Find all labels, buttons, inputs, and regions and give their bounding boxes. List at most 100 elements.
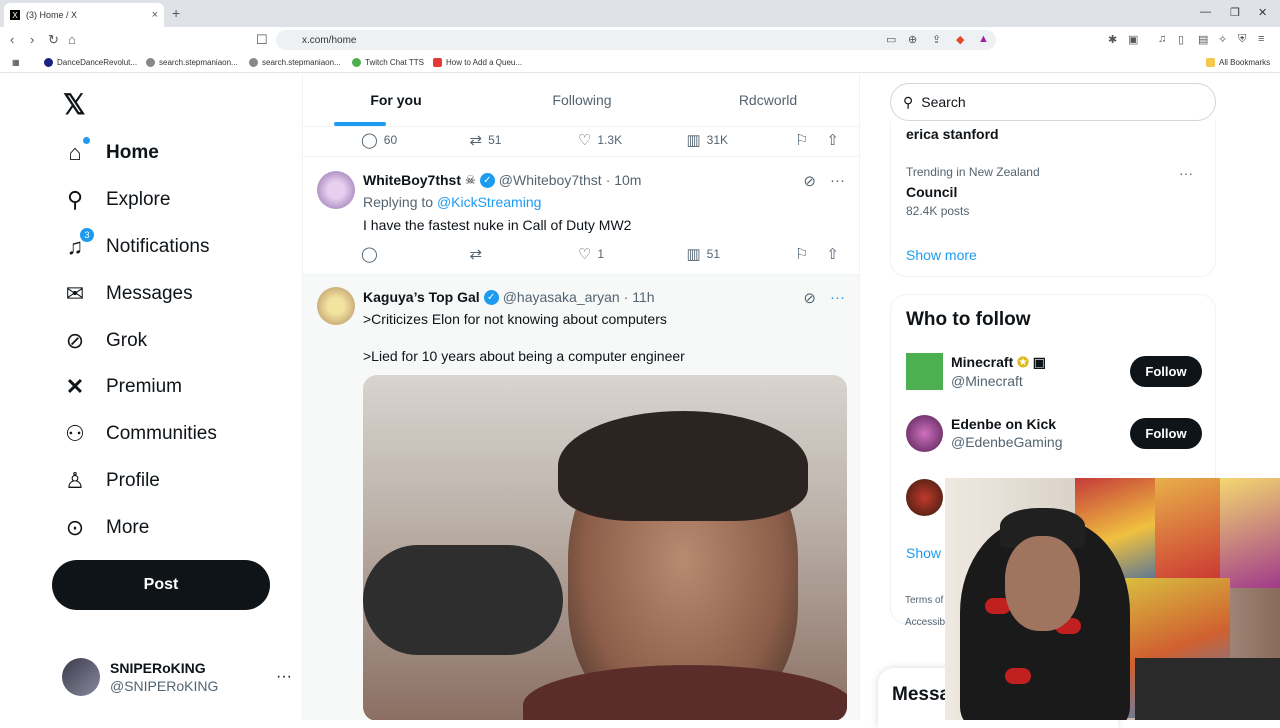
- tweet[interactable]: WhiteBoy7thst ☠ ✓ @Whiteboy7thst · 10m ⊘…: [303, 157, 859, 275]
- views-button[interactable]: ▥ 31K: [686, 131, 794, 149]
- nav-premium[interactable]: ✕ Premium: [62, 374, 182, 400]
- home-browser-icon[interactable]: ⌂: [68, 32, 76, 47]
- tweet-partial[interactable]: ◯ 60 ⇄ 51 ♡ 1.3K ▥ 31K ⚐ ⇧: [303, 127, 859, 157]
- avatar[interactable]: [317, 171, 355, 209]
- grok-icon[interactable]: ⊘: [803, 172, 816, 190]
- like-button[interactable]: ♡ 1.3K: [578, 131, 686, 149]
- reply-button[interactable]: ◯: [361, 245, 469, 263]
- tab-close-icon[interactable]: ×: [152, 9, 158, 21]
- grok-icon[interactable]: ⊘: [803, 289, 816, 307]
- share-icon[interactable]: ⇪: [932, 33, 941, 46]
- post-button[interactable]: Post: [52, 560, 270, 610]
- nav-grok[interactable]: ⊘ Grok: [62, 328, 147, 354]
- profile-icon: ♙: [65, 468, 85, 493]
- bookmark-item[interactable]: search.stepmaniaon...: [249, 58, 341, 67]
- bookmark-page-icon[interactable]: ☐: [256, 32, 268, 48]
- mention-link[interactable]: @KickStreaming: [437, 194, 541, 210]
- like-button[interactable]: ♡ 1: [578, 245, 686, 263]
- more-circle-icon: ⊙: [65, 515, 85, 540]
- back-icon[interactable]: ‹: [10, 32, 14, 47]
- brave-shield-icon[interactable]: ◆: [956, 33, 964, 46]
- reload-icon[interactable]: ↻: [48, 32, 59, 48]
- account-switcher[interactable]: SNIPERoKING @SNIPERoKING ···: [62, 656, 292, 698]
- sidebar-toggle-icon[interactable]: ▯: [1178, 33, 1184, 46]
- views-button[interactable]: ▥ 51: [686, 245, 794, 263]
- nav-more[interactable]: ⊙ More: [62, 515, 150, 541]
- restore-icon[interactable]: ❐: [1230, 6, 1240, 19]
- footer-terms[interactable]: Terms of: [905, 595, 943, 606]
- all-bookmarks[interactable]: All Bookmarks: [1206, 58, 1270, 67]
- wallet2-icon[interactable]: ▤: [1198, 33, 1208, 46]
- repost-button[interactable]: ⇄ 51: [469, 131, 577, 149]
- search-input[interactable]: ⚲ Search: [890, 83, 1216, 121]
- minecraft-avatar: [906, 352, 943, 390]
- nav-home[interactable]: ⌂ Home: [62, 137, 159, 166]
- bookmark-icon[interactable]: ⚐: [795, 245, 808, 263]
- share-icon[interactable]: ⇧: [826, 131, 839, 149]
- replying-to: Replying to @KickStreaming: [363, 194, 542, 210]
- more-icon[interactable]: ···: [1179, 165, 1193, 181]
- new-tab-button[interactable]: +: [172, 5, 180, 21]
- tab-rdcworld[interactable]: Rdcworld: [675, 74, 859, 126]
- trend-post-count: 82.4K posts: [906, 204, 970, 218]
- rewards-icon[interactable]: ▲: [978, 33, 989, 45]
- tab-following[interactable]: Following: [489, 74, 675, 126]
- bookmark-item[interactable]: How to Add a Queu...: [433, 58, 522, 67]
- menu-icon[interactable]: ≡: [1258, 33, 1264, 45]
- trend-item[interactable]: erica stanford: [906, 126, 999, 142]
- tweet-author-handle[interactable]: @Whiteboy7thst: [499, 172, 602, 188]
- more-icon[interactable]: ···: [830, 289, 845, 307]
- tweet-video[interactable]: [363, 375, 847, 720]
- forward-icon[interactable]: ›: [30, 32, 34, 47]
- more-icon[interactable]: ···: [830, 172, 845, 190]
- nav-communities[interactable]: ⚇ Communities: [62, 421, 217, 447]
- zoom-icon[interactable]: ⊕: [908, 33, 917, 46]
- follow-suggestion[interactable]: Minecraft ✪ ▣ @Minecraft Follow: [906, 351, 1202, 391]
- follow-button[interactable]: Follow: [1130, 417, 1202, 449]
- reply-button[interactable]: ◯ 60: [361, 131, 469, 149]
- repost-button[interactable]: ⇄: [469, 245, 577, 263]
- wallet-icon[interactable]: ▣: [1128, 33, 1138, 46]
- x-favicon-icon: X: [10, 10, 20, 20]
- x-logo-icon[interactable]: 𝕏: [63, 88, 86, 121]
- tweet-author-handle[interactable]: @hayasaka_aryan: [503, 289, 620, 305]
- follow-suggestion[interactable]: Edenbe on Kick @EdenbeGaming Follow: [906, 413, 1202, 453]
- extensions-icon[interactable]: ✱: [1108, 33, 1117, 46]
- show-more-link[interactable]: Show: [906, 545, 941, 561]
- tweet-author-name[interactable]: Kaguya’s Top Gal: [363, 289, 480, 305]
- tweet-text-line: >Criticizes Elon for not knowing about c…: [363, 311, 667, 327]
- window-close-icon[interactable]: ✕: [1258, 6, 1267, 19]
- bookmark-item[interactable]: DanceDanceRevolut...: [44, 58, 137, 67]
- vpn-icon[interactable]: ⛨: [1238, 33, 1246, 46]
- tweet-author-name[interactable]: WhiteBoy7thst: [363, 172, 461, 188]
- nav-messages[interactable]: ✉ Messages: [62, 281, 193, 307]
- more-icon[interactable]: ···: [276, 668, 292, 686]
- cast-icon[interactable]: ▭: [886, 33, 896, 46]
- bell-icon: ♫ 3: [62, 228, 94, 260]
- bookmark-item[interactable]: Twitch Chat TTS: [352, 58, 424, 67]
- cloud-pattern-image: [1005, 668, 1031, 684]
- tweet-time[interactable]: · 10m: [606, 172, 642, 188]
- trend-item[interactable]: Council: [906, 184, 957, 200]
- leo-icon[interactable]: ✧: [1218, 33, 1227, 46]
- show-more-link[interactable]: Show more: [906, 247, 977, 263]
- follow-button[interactable]: Follow: [1130, 355, 1202, 387]
- avatar: [906, 478, 943, 516]
- nav-explore[interactable]: ⚲ Explore: [62, 187, 170, 213]
- tab-for-you[interactable]: For you: [303, 74, 489, 126]
- footer-accessibility[interactable]: Accessibi: [905, 617, 947, 628]
- bookmark-item[interactable]: search.stepmaniaon...: [146, 58, 238, 67]
- browser-tab[interactable]: X (3) Home / X ×: [4, 3, 164, 27]
- share-icon[interactable]: ⇧: [826, 245, 839, 263]
- avatar[interactable]: [317, 287, 355, 325]
- minimize-icon[interactable]: —: [1200, 6, 1211, 18]
- suggestion-handle: @Minecraft: [951, 372, 1023, 389]
- media-icon[interactable]: ♫: [1158, 33, 1166, 45]
- tweet-time[interactable]: · 11h: [624, 289, 655, 305]
- bookmark-icon[interactable]: ⚐: [795, 131, 808, 149]
- nav-notifications[interactable]: ♫ 3 Notifications: [62, 228, 210, 260]
- nav-profile[interactable]: ♙ Profile: [62, 468, 160, 494]
- apps-grid-icon[interactable]: ▦: [12, 58, 20, 67]
- verified-icon: ✓: [483, 289, 499, 305]
- tweet[interactable]: Kaguya’s Top Gal ✓ @hayasaka_aryan · 11h…: [303, 275, 859, 720]
